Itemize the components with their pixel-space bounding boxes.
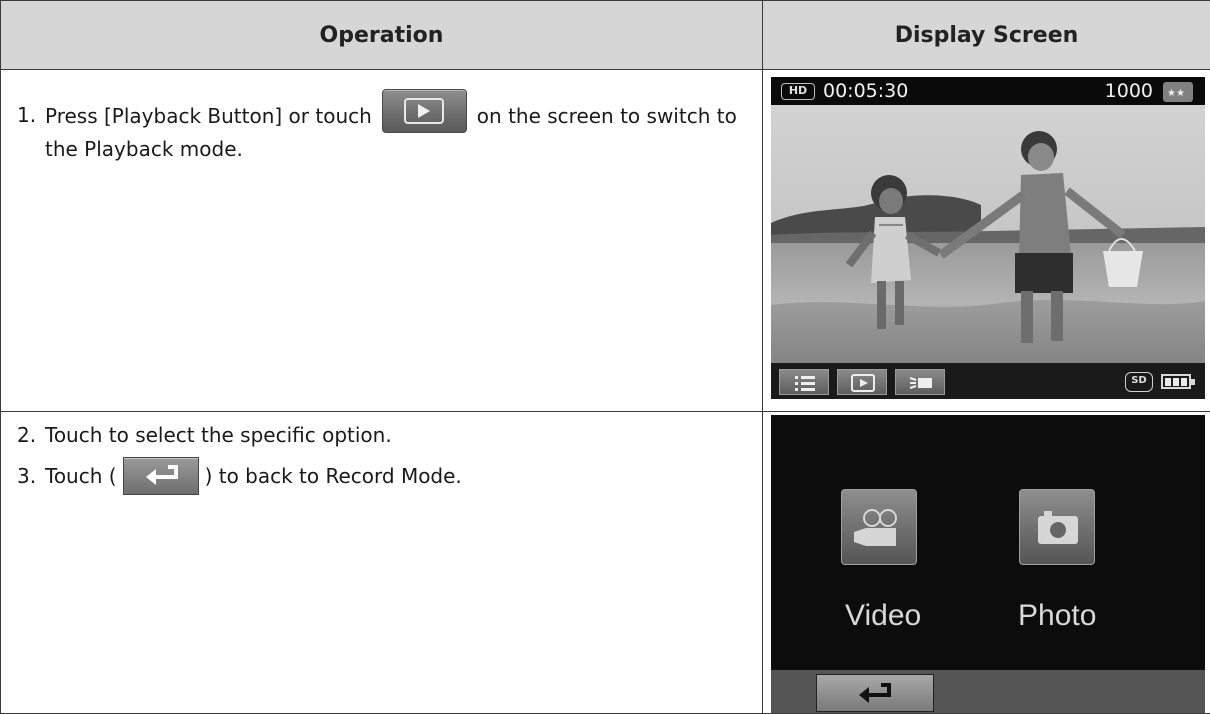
light-icon [896,370,946,396]
back-to-record-button[interactable] [816,674,934,712]
step-text-before: Touch ( [45,464,117,488]
menu-icon [780,370,830,396]
step-row-2: 2. Touch to select the specific option. … [1,412,1210,714]
step-number: 1. [1,82,45,165]
display-screen-header: Display Screen [763,1,1210,70]
photo-mode-button[interactable] [1019,489,1095,565]
back-arrow-icon [142,463,182,491]
step-3: 3. Touch ( ) to back to Record Mode. [1,456,762,496]
recording-time: 00:05:30 [823,80,908,102]
play-icon [418,104,430,118]
step-text: Press [Playback Button] or touchon the s… [45,82,762,165]
photo-mode-label: Photo [1018,599,1096,633]
display-cell-2: Video Photo [763,412,1210,714]
menu-button[interactable] [779,369,829,395]
display-cell-1: HD 00:05:30 1000 ★★ [763,70,1210,412]
battery-icon [1161,374,1191,389]
step-text-after: ) to back to Record Mode. [205,464,462,488]
step-row-1: 1. Press [Playback Button] or touchon th… [1,70,1210,412]
step-text: Touch ( ) to back to Record Mode. [45,456,762,496]
instruction-table: Operation Display Screen 1. Press [Playb… [0,0,1210,714]
play-mode-button[interactable] [837,369,887,395]
remaining-count: 1000 [1105,80,1153,102]
photo-camera-icon [1020,490,1096,566]
step-number: 2. [1,416,45,454]
step-1: 1. Press [Playback Button] or touchon th… [1,82,762,165]
step-number: 3. [1,456,45,496]
sd-card-icon: SD [1125,372,1153,392]
video-mode-button[interactable] [841,489,917,565]
operation-header: Operation [1,1,763,70]
playback-photo [771,105,1205,363]
video-camera-icon [842,490,918,566]
status-bar-bottom: SD [771,363,1205,399]
svg-text:★★: ★★ [1167,88,1185,99]
back-arrow-icon [817,675,935,713]
play-icon [838,370,888,396]
status-bar-top: HD 00:05:30 1000 ★★ [771,77,1205,105]
light-button[interactable] [895,369,945,395]
playback-screen: HD 00:05:30 1000 ★★ [771,77,1205,399]
step-text-before: Press [Playback Button] or touch [45,104,372,128]
operation-cell-1: 1. Press [Playback Button] or touchon th… [1,70,763,412]
operation-cell-2: 2. Touch to select the specific option. … [1,412,763,714]
playback-button[interactable] [382,89,467,133]
mode-screen-bottom-bar [771,670,1205,713]
beach-photo-image [771,105,1205,363]
back-button[interactable] [123,457,199,495]
step-text: Touch to select the specific option. [45,416,762,454]
mode-select-screen: Video Photo [771,415,1205,713]
resolution-icon: ★★ [1163,82,1193,102]
hd-icon: HD [781,83,815,100]
header-row: Operation Display Screen [1,1,1210,70]
step-2: 2. Touch to select the specific option. [1,416,762,454]
video-mode-label: Video [845,599,921,633]
